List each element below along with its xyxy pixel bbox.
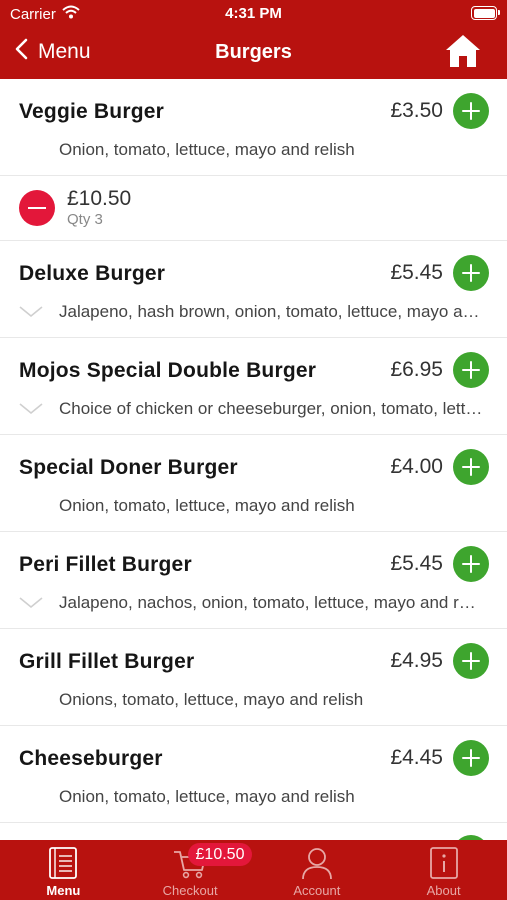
tab-about-label: About	[426, 883, 461, 898]
list-item[interactable]: Grill Fillet Burger £4.95 Onions, tomato…	[0, 629, 507, 726]
item-description: Onions, tomato, lettuce, mayo and relish	[59, 690, 364, 709]
item-description: Jalapeno, hash brown, onion, tomato, let…	[59, 302, 483, 321]
item-price: £4.00	[390, 455, 443, 478]
add-button[interactable]	[453, 255, 489, 291]
expand-chevron-icon[interactable]	[19, 305, 43, 323]
tab-bar: Menu Checkout Account About £10.50	[0, 840, 507, 900]
item-price: £6.95	[390, 358, 443, 381]
expand-chevron-icon[interactable]	[19, 402, 43, 420]
info-icon	[429, 840, 459, 885]
add-button[interactable]	[453, 740, 489, 776]
item-description: Onion, tomato, lettuce, mayo and relish	[59, 140, 355, 159]
list-item[interactable]: Peri Fillet Burger £5.45 Jalapeno, nacho…	[0, 532, 507, 629]
item-price: £4.95	[390, 649, 443, 672]
battery-icon	[471, 6, 500, 20]
item-name: Mojos Special Double Burger	[19, 359, 317, 382]
page-title: Burgers	[215, 41, 292, 63]
item-description: Onion, tomato, lettuce, mayo and relish	[59, 496, 355, 515]
cart-line: £10.50 Qty 3	[0, 176, 507, 241]
status-bar: Carrier 4:31 PM	[0, 0, 507, 28]
item-name: Cheeseburger	[19, 747, 163, 770]
add-button[interactable]	[453, 352, 489, 388]
item-price: £4.45	[390, 746, 443, 769]
tab-menu-label: Menu	[46, 883, 81, 898]
item-price: £3.50	[390, 99, 443, 122]
add-button[interactable]	[453, 449, 489, 485]
item-name: Peri Fillet Burger	[19, 553, 192, 576]
checkout-total-badge: £10.50	[188, 843, 252, 866]
item-name: Grill Fillet Burger	[19, 650, 195, 673]
home-button[interactable]	[445, 34, 481, 73]
tab-menu[interactable]: Menu	[0, 840, 127, 900]
item-price: £5.45	[390, 552, 443, 575]
tab-checkout-label: Checkout	[162, 883, 218, 898]
item-name: Deluxe Burger	[19, 262, 166, 285]
tab-about[interactable]: About	[380, 840, 507, 900]
cart-line-total: £10.50	[67, 187, 132, 210]
cart-line-qty: Qty 3	[67, 211, 103, 228]
add-button[interactable]	[453, 643, 489, 679]
item-description: Onion, tomato, lettuce, mayo and relish	[59, 787, 355, 806]
nav-bar: Menu Burgers	[0, 28, 507, 79]
list-item[interactable]: Veggie Burger £3.50 Onion, tomato, lettu…	[0, 79, 507, 176]
list-item[interactable]: Special Doner Burger £4.00 Onion, tomato…	[0, 435, 507, 532]
remove-button[interactable]	[19, 190, 55, 226]
menu-book-icon	[48, 840, 78, 885]
tab-account[interactable]: Account	[254, 840, 381, 900]
status-time: 4:31 PM	[225, 5, 282, 22]
list-item[interactable]: Mojos Special Double Burger £6.95 Choice…	[0, 338, 507, 435]
expand-chevron-icon[interactable]	[19, 596, 43, 614]
item-description: Choice of chicken or cheeseburger, onion…	[59, 399, 483, 418]
item-price: £5.45	[390, 261, 443, 284]
home-icon	[445, 35, 481, 72]
item-name: Special Doner Burger	[19, 456, 238, 479]
screen: Carrier 4:31 PM Menu Burgers Veggie Burg…	[0, 0, 507, 900]
list-item[interactable]: Deluxe Burger £5.45 Jalapeno, hash brown…	[0, 241, 507, 338]
item-name: Veggie Burger	[19, 100, 164, 123]
list-item[interactable]: Cheeseburger £4.45 Onion, tomato, lettuc…	[0, 726, 507, 823]
add-button[interactable]	[453, 546, 489, 582]
list-item-partial	[0, 823, 507, 840]
user-icon	[301, 840, 333, 885]
add-button[interactable]	[453, 93, 489, 129]
tab-account-label: Account	[293, 883, 341, 898]
item-description: Jalapeno, nachos, onion, tomato, lettuce…	[59, 593, 483, 612]
header: Carrier 4:31 PM Menu Burgers	[0, 0, 507, 79]
menu-list: Veggie Burger £3.50 Onion, tomato, lettu…	[0, 79, 507, 840]
